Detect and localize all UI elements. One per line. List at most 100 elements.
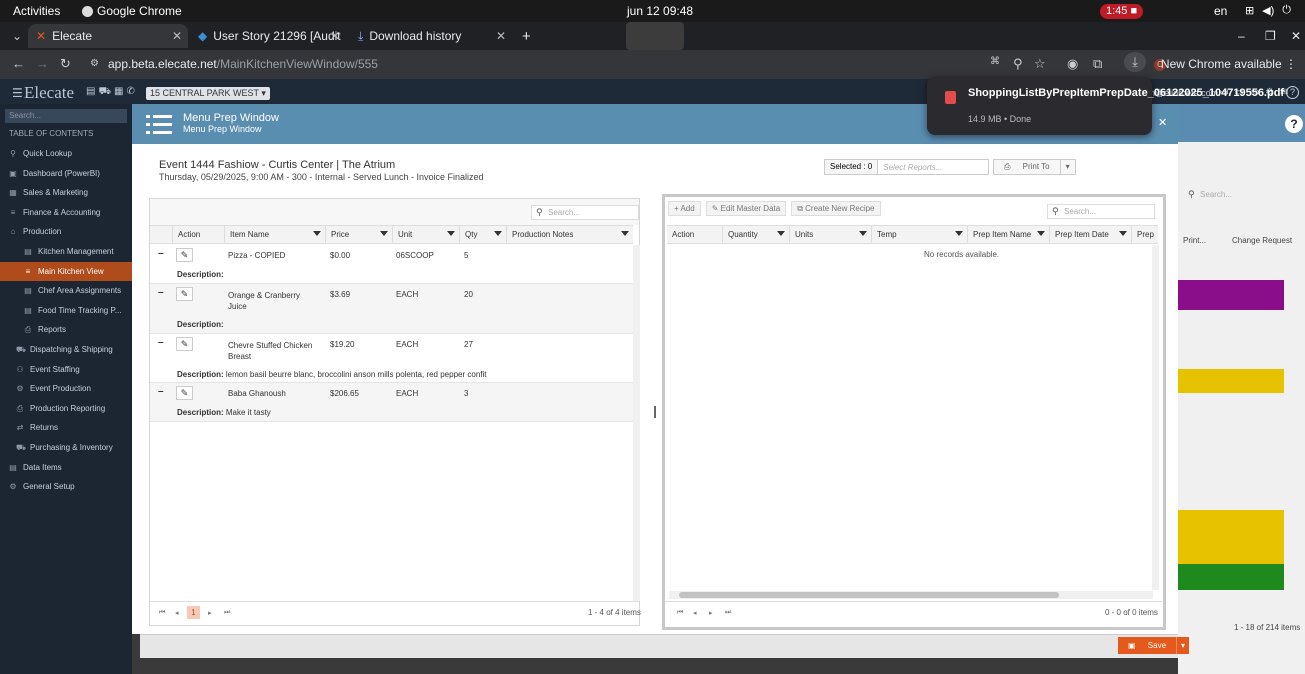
download-filename[interactable]: ShoppingListByPrepItemPrepDate_06122025_… <box>968 87 1284 100</box>
report-selector[interactable]: Selected : 0 Select Reports... <box>824 159 990 175</box>
sidebar-item-data-items[interactable]: ▤ Data Items <box>0 458 132 478</box>
reload-button[interactable]: ↻ <box>60 56 71 72</box>
pane-splitter[interactable] <box>654 406 656 418</box>
extension-icon[interactable]: ◉ <box>1067 56 1078 72</box>
site-info-icon[interactable]: ⚙ <box>90 58 99 69</box>
downloads-button[interactable]: ⤓ <box>1124 52 1146 72</box>
scroll-thumb[interactable] <box>679 592 1059 598</box>
col-action[interactable]: Action <box>172 226 224 243</box>
save-button[interactable]: ▣ Save ▾ <box>1118 637 1190 654</box>
background-row-yellow-2[interactable] <box>1178 510 1284 564</box>
sidebar-search-input[interactable]: Search... <box>5 109 127 123</box>
close-icon[interactable]: ✕ <box>172 29 182 43</box>
header-shortcut-icons[interactable]: ▤⛟▦✆ <box>86 86 138 99</box>
edit-master-data-button[interactable]: ✎ Edit Master Data <box>705 201 787 216</box>
window-close-button[interactable]: ✕ <box>1283 24 1301 48</box>
prev-page-button[interactable]: ◂ <box>175 609 179 617</box>
extensions-puzzle-icon[interactable]: ⧉ <box>1093 56 1102 72</box>
filter-icon[interactable] <box>859 231 867 236</box>
activities-button[interactable]: Activities <box>13 4 60 18</box>
print-to-button[interactable]: ⎙ Print To ▾ <box>993 159 1076 175</box>
recording-indicator[interactable]: 1:45 ■ <box>1100 4 1144 19</box>
sidebar-item-dispatching[interactable]: ⛟ Dispatching & Shipping <box>0 340 132 360</box>
filter-icon[interactable] <box>1037 231 1045 236</box>
help-icon[interactable]: ? <box>1286 86 1299 99</box>
next-page-button[interactable]: ▸ <box>709 609 713 617</box>
filter-icon[interactable] <box>494 231 502 236</box>
table-row[interactable]: – ✎ Orange & Cranberry Juice $3.69 EACH … <box>150 284 633 334</box>
add-button[interactable]: + Add <box>668 201 701 216</box>
chevron-down-icon[interactable]: ▾ <box>1176 637 1189 654</box>
collapse-icon[interactable]: – <box>158 386 164 397</box>
filter-icon[interactable] <box>1119 231 1127 236</box>
col-temp[interactable]: Temp <box>871 226 967 243</box>
sidebar-item-event-staffing[interactable]: ⚇ Event Staffing <box>0 360 132 380</box>
background-row-green[interactable] <box>1178 564 1284 590</box>
tab-user-story[interactable]: ◆ User Story 21296 [Audit ✕ <box>190 24 346 48</box>
close-icon[interactable]: ✕ <box>330 29 340 43</box>
current-page-button[interactable]: 1 <box>187 606 200 619</box>
chrome-update-button[interactable]: New Chrome available ⋮ <box>1161 57 1297 71</box>
url-field[interactable]: app.beta.elecate.net/MainKitchenViewWind… <box>108 57 378 71</box>
first-page-button[interactable]: ⏮ <box>677 609 683 617</box>
sidebar-item-production[interactable]: ⌂ Production <box>0 222 132 242</box>
filter-icon[interactable] <box>955 231 963 236</box>
background-col-print[interactable]: Print... <box>1183 236 1206 245</box>
app-menu[interactable]: Google Chrome <box>82 4 182 18</box>
last-page-button[interactable]: ⏭ <box>725 609 731 617</box>
edit-button[interactable]: ✎ <box>176 337 193 351</box>
download-popup[interactable]: ShoppingListByPrepItemPrepDate_06122025_… <box>927 77 1284 135</box>
app-logo[interactable]: Elecate <box>24 83 74 103</box>
last-page-button[interactable]: ⏭ <box>224 609 230 617</box>
help-icon[interactable]: ? <box>1285 115 1303 133</box>
col-quantity[interactable]: Quantity <box>722 226 789 243</box>
tab-elecate[interactable]: ✕ Elecate ✕ <box>28 24 188 48</box>
sidebar-item-food-time[interactable]: ▤ Food Time Tracking P... <box>0 301 132 321</box>
sidebar-item-kitchen-management[interactable]: ▤ Kitchen Management <box>0 242 132 262</box>
filter-icon[interactable] <box>447 231 455 236</box>
table-row[interactable]: – ✎ Pizza - COPIED $0.00 06SCOOP 5 Descr… <box>150 245 633 284</box>
col-prep[interactable]: Prep <box>1131 226 1158 243</box>
sidebar-item-general-setup[interactable]: ⚙ General Setup <box>0 477 132 497</box>
clock[interactable]: jun 12 09:48 <box>627 4 693 18</box>
create-new-recipe-button[interactable]: ⧉ Create New Recipe <box>791 201 881 216</box>
new-tab-button[interactable]: + <box>514 24 531 48</box>
bookmark-star-icon[interactable]: ☆ <box>1034 56 1046 72</box>
background-search-input[interactable]: Search... <box>1184 188 1296 203</box>
sidebar-item-chef-area[interactable]: ▤ Chef Area Assignments <box>0 281 132 301</box>
tab-download-history[interactable]: ⤓ Download history ✕ <box>350 24 512 48</box>
background-col-change-request[interactable]: Change Request <box>1232 236 1292 245</box>
store-selector[interactable]: 15 CENTRAL PARK WEST ▾ <box>146 87 270 100</box>
grid-search-input[interactable]: Search... <box>531 205 639 220</box>
background-row-yellow[interactable] <box>1178 369 1284 393</box>
sidebar-item-quick-lookup[interactable]: ⚲ Quick Lookup <box>0 144 132 164</box>
edit-button[interactable]: ✎ <box>176 386 193 400</box>
sidebar-item-sales-marketing[interactable]: ▦ Sales & Marketing <box>0 183 132 203</box>
edit-button[interactable]: ✎ <box>176 287 193 301</box>
col-production-notes[interactable]: Production Notes <box>506 226 633 243</box>
table-row[interactable]: – ✎ Baba Ghanoush $206.65 EACH 3 Descrip… <box>150 383 633 422</box>
maximize-button[interactable]: ❐ <box>1257 24 1276 48</box>
filter-icon[interactable] <box>313 231 321 236</box>
col-units[interactable]: Units <box>789 226 871 243</box>
col-qty[interactable]: Qty <box>459 226 506 243</box>
chevron-down-icon[interactable]: ▾ <box>1059 160 1075 174</box>
collapse-icon[interactable]: – <box>158 337 164 348</box>
sidebar-item-main-kitchen-view[interactable]: ≡ Main Kitchen View <box>0 261 132 282</box>
sidebar-item-production-reporting[interactable]: ⎙ Production Reporting <box>0 399 132 419</box>
col-item-name[interactable]: Item Name <box>224 226 325 243</box>
close-icon[interactable]: ✕ <box>496 29 506 43</box>
sidebar-item-reports[interactable]: ⎙ Reports <box>0 320 132 340</box>
screen-share-controls[interactable] <box>626 22 684 50</box>
sidebar-item-returns[interactable]: ⇄ Returns <box>0 418 132 438</box>
language-indicator[interactable]: en <box>1214 4 1227 18</box>
forward-button[interactable]: → <box>36 56 49 71</box>
translate-icon[interactable]: ⌘ <box>990 56 1000 67</box>
col-prep-item-date[interactable]: Prep Item Date <box>1049 226 1131 243</box>
first-page-button[interactable]: ⏮ <box>159 609 165 617</box>
vertical-scrollbar[interactable] <box>633 245 640 601</box>
back-button[interactable]: ← <box>12 56 25 71</box>
filter-icon[interactable] <box>621 231 629 236</box>
next-page-button[interactable]: ▸ <box>208 609 212 617</box>
minimize-button[interactable]: – <box>1230 24 1245 48</box>
